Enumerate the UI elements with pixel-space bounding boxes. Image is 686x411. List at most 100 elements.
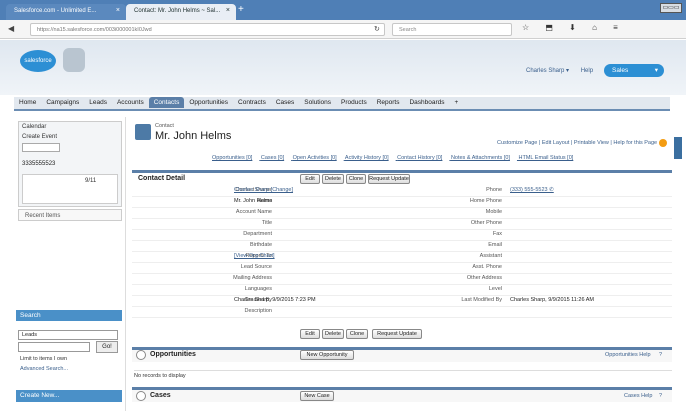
salesforce-logo[interactable]: salesforce <box>20 50 56 72</box>
tab-cases[interactable]: Cases <box>271 97 299 108</box>
tab-contracts[interactable]: Contracts <box>233 97 271 108</box>
tab-products[interactable]: Products <box>336 97 372 108</box>
edit-button[interactable]: Edit <box>300 329 320 339</box>
related-list-links: Opportunities [0] Cases [0] Open Activit… <box>212 155 580 161</box>
tab-contacts[interactable]: Contacts <box>148 97 185 108</box>
refresh-icon[interactable]: ↻ <box>374 25 380 33</box>
browser-tab-1[interactable]: Salesforce.com - Unlimited E... × <box>6 4 126 20</box>
field-label: Birthdate <box>249 242 272 248</box>
tab-reports[interactable]: Reports <box>372 97 405 108</box>
field-label: Description <box>244 308 272 314</box>
page-top-links[interactable]: Customize Page | Edit Layout | Printable… <box>497 140 657 146</box>
field-row: Account Name Mobile <box>132 209 672 219</box>
section-title: Contact Detail <box>138 175 186 182</box>
create-event-link[interactable]: Create Event <box>22 134 57 140</box>
tab-home[interactable]: Home <box>14 97 41 108</box>
sidebar-search-input[interactable] <box>18 342 90 352</box>
new-case-button[interactable]: New Case <box>300 391 334 401</box>
tab-leads[interactable]: Leads <box>84 97 112 108</box>
related-link[interactable]: Cases [0] <box>261 155 284 161</box>
add-tab-button[interactable]: + <box>450 97 464 108</box>
empty-message: No records to display <box>134 370 672 380</box>
clone-button[interactable]: Clone <box>346 329 368 339</box>
window-controls[interactable]: ▭▭▭ <box>660 3 682 13</box>
related-link[interactable]: HTML Email Status [0] <box>518 155 573 161</box>
user-links: Charles Sharp ▾ Help <box>526 67 603 74</box>
help-link[interactable]: Help <box>581 68 593 74</box>
back-icon[interactable]: ◀ <box>8 24 14 33</box>
field-label: Assistant <box>479 253 502 259</box>
field-label: Department <box>243 231 272 237</box>
field-value[interactable]: (333) 555-5523 ✆ <box>510 187 554 193</box>
tab-solutions[interactable]: Solutions <box>299 97 336 108</box>
browser-titlebar: Salesforce.com - Unlimited E... × Contac… <box>0 0 686 20</box>
user-menu[interactable]: Charles Sharp ▾ <box>526 68 569 74</box>
search-scope-select[interactable]: Leads <box>18 330 118 340</box>
search-header: Search <box>16 310 122 321</box>
cases-section <box>132 387 672 402</box>
cases-help-link[interactable]: Cases Help <box>624 393 652 399</box>
tab-label: Salesforce.com - Unlimited E... <box>14 8 97 14</box>
section-title: Cases <box>150 392 171 399</box>
field-row: Description <box>132 308 672 318</box>
tab-campaigns[interactable]: Campaigns <box>41 97 84 108</box>
tab-label: Contact: Mr. John Helms ~ Sal... <box>134 8 221 14</box>
url-bar[interactable]: https://na15.salesforce.com/003i000001kI… <box>30 23 385 36</box>
close-icon[interactable]: × <box>116 7 120 14</box>
create-new-menu[interactable]: Create New... <box>16 390 122 402</box>
browser-search-input[interactable]: Search <box>392 23 512 36</box>
related-link[interactable]: Notes & Attachments [0] <box>451 155 510 161</box>
request-update-button[interactable]: Request Update <box>372 329 422 339</box>
app-tab-bar: Home Campaigns Leads Accounts Contacts O… <box>14 97 670 111</box>
request-update-button[interactable]: Request Update <box>368 174 410 184</box>
opportunities-help-link[interactable]: Opportunities Help <box>605 352 651 358</box>
new-opportunity-button[interactable]: New Opportunity <box>300 350 354 360</box>
new-tab-button[interactable]: + <box>238 4 244 15</box>
field-row: Department Fax <box>132 231 672 241</box>
sidebar-number: 3335555523 <box>22 161 56 167</box>
field-row: Lead Source Asst. Phone <box>132 264 672 274</box>
go-button[interactable]: Go! <box>96 341 118 353</box>
field-row: Languages Level <box>132 286 672 296</box>
tab-opportunities[interactable]: Opportunities <box>184 97 233 108</box>
field-value: Charles Sharp, 9/9/2015 7:23 PM <box>234 297 316 303</box>
help-icon[interactable]: ? <box>659 393 662 399</box>
field-value[interactable]: Charles Sharp [Change] <box>234 187 293 193</box>
related-link[interactable]: Contact History [0] <box>397 155 442 161</box>
delete-button[interactable]: Delete <box>322 329 344 339</box>
sidebar-toggle[interactable] <box>674 137 682 159</box>
browser-tab-2[interactable]: Contact: Mr. John Helms ~ Sal... × <box>126 4 236 20</box>
object-label: Contact <box>155 123 174 129</box>
help-icon[interactable]: ? <box>659 352 662 358</box>
field-value[interactable]: [View Org Chart] <box>234 253 275 259</box>
field-row: Created By Charles Sharp, 9/9/2015 7:23 … <box>132 297 672 307</box>
recent-items[interactable]: Recent Items <box>18 209 122 221</box>
field-row: Name Mr. John Helms Home Phone <box>132 198 672 208</box>
section-title: Opportunities <box>150 351 196 358</box>
delete-button[interactable]: Delete <box>322 174 344 184</box>
app-menu-button[interactable]: Sales ▾ <box>604 64 664 77</box>
edit-button[interactable]: Edit <box>300 174 320 184</box>
field-value: Charles Sharp, 9/9/2015 11:26 AM <box>510 297 594 303</box>
field-label: Other Phone <box>470 220 502 226</box>
chevron-down-icon: ▾ <box>654 67 658 74</box>
field-row: Reports To [View Org Chart] Assistant <box>132 253 672 263</box>
tab-accounts[interactable]: Accounts <box>112 97 149 108</box>
tab-dashboards[interactable]: Dashboards <box>404 97 449 108</box>
related-link[interactable]: Opportunities [0] <box>212 155 252 161</box>
field-label: Home Phone <box>469 198 502 204</box>
create-select[interactable] <box>22 143 60 152</box>
calendar-label: Calendar <box>22 124 47 130</box>
field-label: Lead Source <box>240 264 272 270</box>
app-menu-label: Sales <box>612 67 629 74</box>
related-link[interactable]: Activity History [0] <box>345 155 389 161</box>
close-icon[interactable]: × <box>226 7 230 14</box>
clone-button[interactable]: Clone <box>346 174 366 184</box>
field-label: Other Address <box>466 275 502 281</box>
toolbar-icons[interactable]: ☆ ⬒ ⬇ ⌂ ≡ <box>522 23 625 32</box>
limit-checkbox[interactable]: Limit to items I own <box>20 356 67 362</box>
advanced-search-link[interactable]: Advanced Search... <box>20 366 68 372</box>
related-link[interactable]: Open Activities [0] <box>293 155 337 161</box>
help-icon[interactable] <box>659 139 667 147</box>
opportunities-icon <box>136 350 146 360</box>
